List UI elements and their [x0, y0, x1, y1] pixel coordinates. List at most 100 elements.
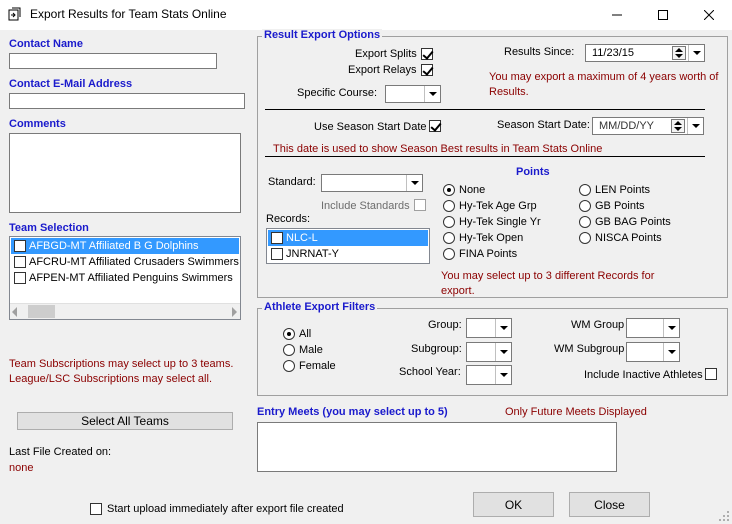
- points-radio-hytek-single-yr[interactable]: [443, 216, 455, 228]
- standard-combo[interactable]: [321, 174, 423, 192]
- team-listbox[interactable]: AFBGD-MT Affiliated B G Dolphins AFCRU-M…: [9, 236, 241, 320]
- maximize-button[interactable]: [640, 0, 686, 30]
- close-button[interactable]: Close: [569, 492, 650, 517]
- include-inactive-label: Include Inactive Athletes: [584, 369, 703, 381]
- future-meets-note: Only Future Meets Displayed: [505, 406, 647, 418]
- chevron-down-icon[interactable]: [663, 319, 679, 337]
- close-icon: [704, 10, 714, 20]
- spin-down-icon[interactable]: [675, 54, 683, 58]
- gender-radio-female[interactable]: [283, 360, 295, 372]
- team-item[interactable]: AFPEN-MT Affiliated Penguins Swimmers: [11, 270, 239, 286]
- team-checkbox[interactable]: [14, 272, 26, 284]
- specific-course-combo[interactable]: [385, 85, 441, 103]
- chevron-down-icon[interactable]: [663, 343, 679, 361]
- minimize-button[interactable]: [594, 0, 640, 30]
- scroll-right-icon[interactable]: [232, 307, 237, 317]
- points-radio-none[interactable]: [443, 184, 455, 196]
- points-radio-hytek-open[interactable]: [443, 232, 455, 244]
- school-year-label: School Year:: [399, 366, 461, 378]
- use-season-start-checkbox[interactable]: [429, 120, 441, 132]
- scroll-left-icon[interactable]: [12, 307, 17, 317]
- entry-meets-listbox[interactable]: [257, 422, 617, 472]
- points-label: Hy-Tek Open: [459, 232, 524, 244]
- export-relays-checkbox[interactable]: [421, 64, 433, 76]
- team-item[interactable]: AFCRU-MT Affiliated Crusaders Swimmers: [11, 254, 239, 270]
- resize-grip-icon[interactable]: [718, 510, 730, 522]
- team-item[interactable]: AFBGD-MT Affiliated B G Dolphins: [11, 238, 239, 254]
- season-start-picker[interactable]: MM/DD/YY: [592, 117, 704, 135]
- scrollbar-thumb[interactable]: [28, 305, 55, 318]
- points-label: LEN Points: [595, 184, 651, 196]
- chevron-down-icon[interactable]: [406, 175, 422, 191]
- points-radio-gb-bag[interactable]: [579, 216, 591, 228]
- points-radio-nisca[interactable]: [579, 232, 591, 244]
- chevron-down-icon[interactable]: [688, 45, 704, 61]
- records-note: You may select up to 3 different Records…: [441, 270, 655, 297]
- points-title: Points: [516, 166, 550, 178]
- record-checkbox[interactable]: [271, 232, 283, 244]
- team-selection-label: Team Selection: [9, 222, 89, 234]
- spin-up-icon[interactable]: [674, 121, 682, 125]
- contact-email-input[interactable]: [9, 93, 245, 109]
- select-all-teams-button[interactable]: Select All Teams: [17, 412, 233, 430]
- close-window-button[interactable]: [686, 0, 732, 30]
- ok-button[interactable]: OK: [473, 492, 554, 517]
- contact-email-label: Contact E-Mail Address: [9, 78, 133, 90]
- records-listbox[interactable]: NLC-L JNRNAT-Y: [266, 228, 430, 264]
- comments-label: Comments: [9, 118, 66, 130]
- team-checkbox[interactable]: [14, 240, 26, 252]
- gender-label: All: [299, 328, 312, 340]
- include-standards-checkbox[interactable]: [414, 199, 426, 211]
- gender-radio-all[interactable]: [283, 328, 295, 340]
- record-checkbox[interactable]: [271, 248, 283, 260]
- chevron-down-icon[interactable]: [687, 118, 703, 134]
- wm-group-combo[interactable]: [626, 318, 680, 338]
- spin-up-icon[interactable]: [675, 48, 683, 52]
- points-label: FINA Points: [459, 248, 518, 260]
- record-item[interactable]: JNRNAT-Y: [268, 246, 428, 262]
- school-year-combo[interactable]: [466, 365, 512, 385]
- export-splits-label: Export Splits: [355, 48, 417, 60]
- records-label: Records:: [266, 213, 311, 225]
- include-inactive-checkbox[interactable]: [705, 368, 717, 380]
- points-radio-len[interactable]: [579, 184, 591, 196]
- entry-meets-label: Entry Meets (you may select up to 5): [257, 406, 448, 418]
- points-label: None: [459, 184, 486, 196]
- wm-subgroup-label: WM Subgroup: [554, 343, 625, 355]
- team-list-scrollbar[interactable]: [10, 303, 240, 319]
- season-best-note: This date is used to show Season Best re…: [273, 143, 603, 155]
- start-upload-checkbox[interactable]: [90, 503, 102, 515]
- athlete-filters-title: Athlete Export Filters: [262, 301, 378, 313]
- team-checkbox[interactable]: [14, 256, 26, 268]
- gender-radio-male[interactable]: [283, 344, 295, 356]
- use-season-start-label: Use Season Start Date: [314, 121, 427, 133]
- chevron-down-icon[interactable]: [495, 319, 511, 337]
- date-spinner[interactable]: [672, 46, 686, 60]
- start-upload-label: Start upload immediately after export fi…: [107, 503, 344, 515]
- league-subscription-note: League/LSC Subscriptions may select all.: [9, 373, 212, 385]
- subgroup-combo[interactable]: [466, 342, 512, 362]
- spin-down-icon[interactable]: [674, 127, 682, 131]
- date-spinner[interactable]: [671, 119, 685, 133]
- wm-subgroup-combo[interactable]: [626, 342, 680, 362]
- chevron-down-icon[interactable]: [495, 366, 511, 384]
- export-splits-checkbox[interactable]: [421, 48, 433, 60]
- gender-label: Male: [299, 344, 323, 356]
- season-start-label: Season Start Date:: [497, 119, 590, 131]
- last-file-value: none: [9, 462, 34, 474]
- results-since-picker[interactable]: 11/23/15: [585, 44, 705, 62]
- record-item[interactable]: NLC-L: [268, 230, 428, 246]
- points-label: NISCA Points: [595, 232, 662, 244]
- group-combo[interactable]: [466, 318, 512, 338]
- points-radio-fina[interactable]: [443, 248, 455, 260]
- chevron-down-icon[interactable]: [495, 343, 511, 361]
- window-title: Export Results for Team Stats Online: [30, 7, 227, 21]
- points-radio-hytek-age-grp[interactable]: [443, 200, 455, 212]
- subgroup-label: Subgroup:: [411, 343, 462, 355]
- comments-textarea[interactable]: [9, 133, 241, 213]
- contact-name-input[interactable]: [9, 53, 217, 69]
- export-relays-label: Export Relays: [348, 64, 417, 76]
- wm-group-label: WM Group: [571, 319, 625, 331]
- points-radio-gb[interactable]: [579, 200, 591, 212]
- chevron-down-icon[interactable]: [424, 86, 440, 102]
